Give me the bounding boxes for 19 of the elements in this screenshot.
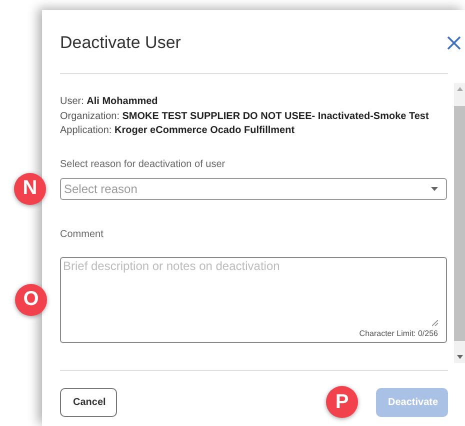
marker-badge: O: [15, 284, 47, 316]
detail-line: User: Ali Mohammed: [60, 95, 159, 109]
caret-icon: [431, 186, 438, 190]
character-counter: Character Limit: 0/256: [359, 328, 438, 338]
field-label: Select reason for deactivation of user: [60, 158, 226, 170]
scrollbar[interactable]: [454, 83, 465, 363]
marker-badge: N: [14, 172, 46, 204]
marker-badge: P: [326, 386, 358, 418]
down-arrow-icon[interactable]: [456, 355, 462, 359]
comment-field[interactable]: Brief description or notes on deactivation Character Limit: 0/256: [60, 256, 447, 342]
detail-line: Application: Kroger eCommerce Ocado Fulfillment: [60, 124, 296, 138]
scrollbar-thumb[interactable]: [454, 106, 465, 340]
field-label: Comment: [60, 228, 104, 240]
detail-line: Organization: SMOKE TEST SUPPLIER DO NOT USEE- Inactivated-Smoke Test: [60, 110, 430, 124]
close-icon[interactable]: [446, 35, 462, 51]
up-arrow-icon[interactable]: [456, 87, 462, 91]
dialog-title: Deactivate User: [60, 33, 181, 53]
resize-grip-icon: [432, 320, 438, 326]
cancel-button[interactable]: Cancel: [60, 388, 117, 417]
